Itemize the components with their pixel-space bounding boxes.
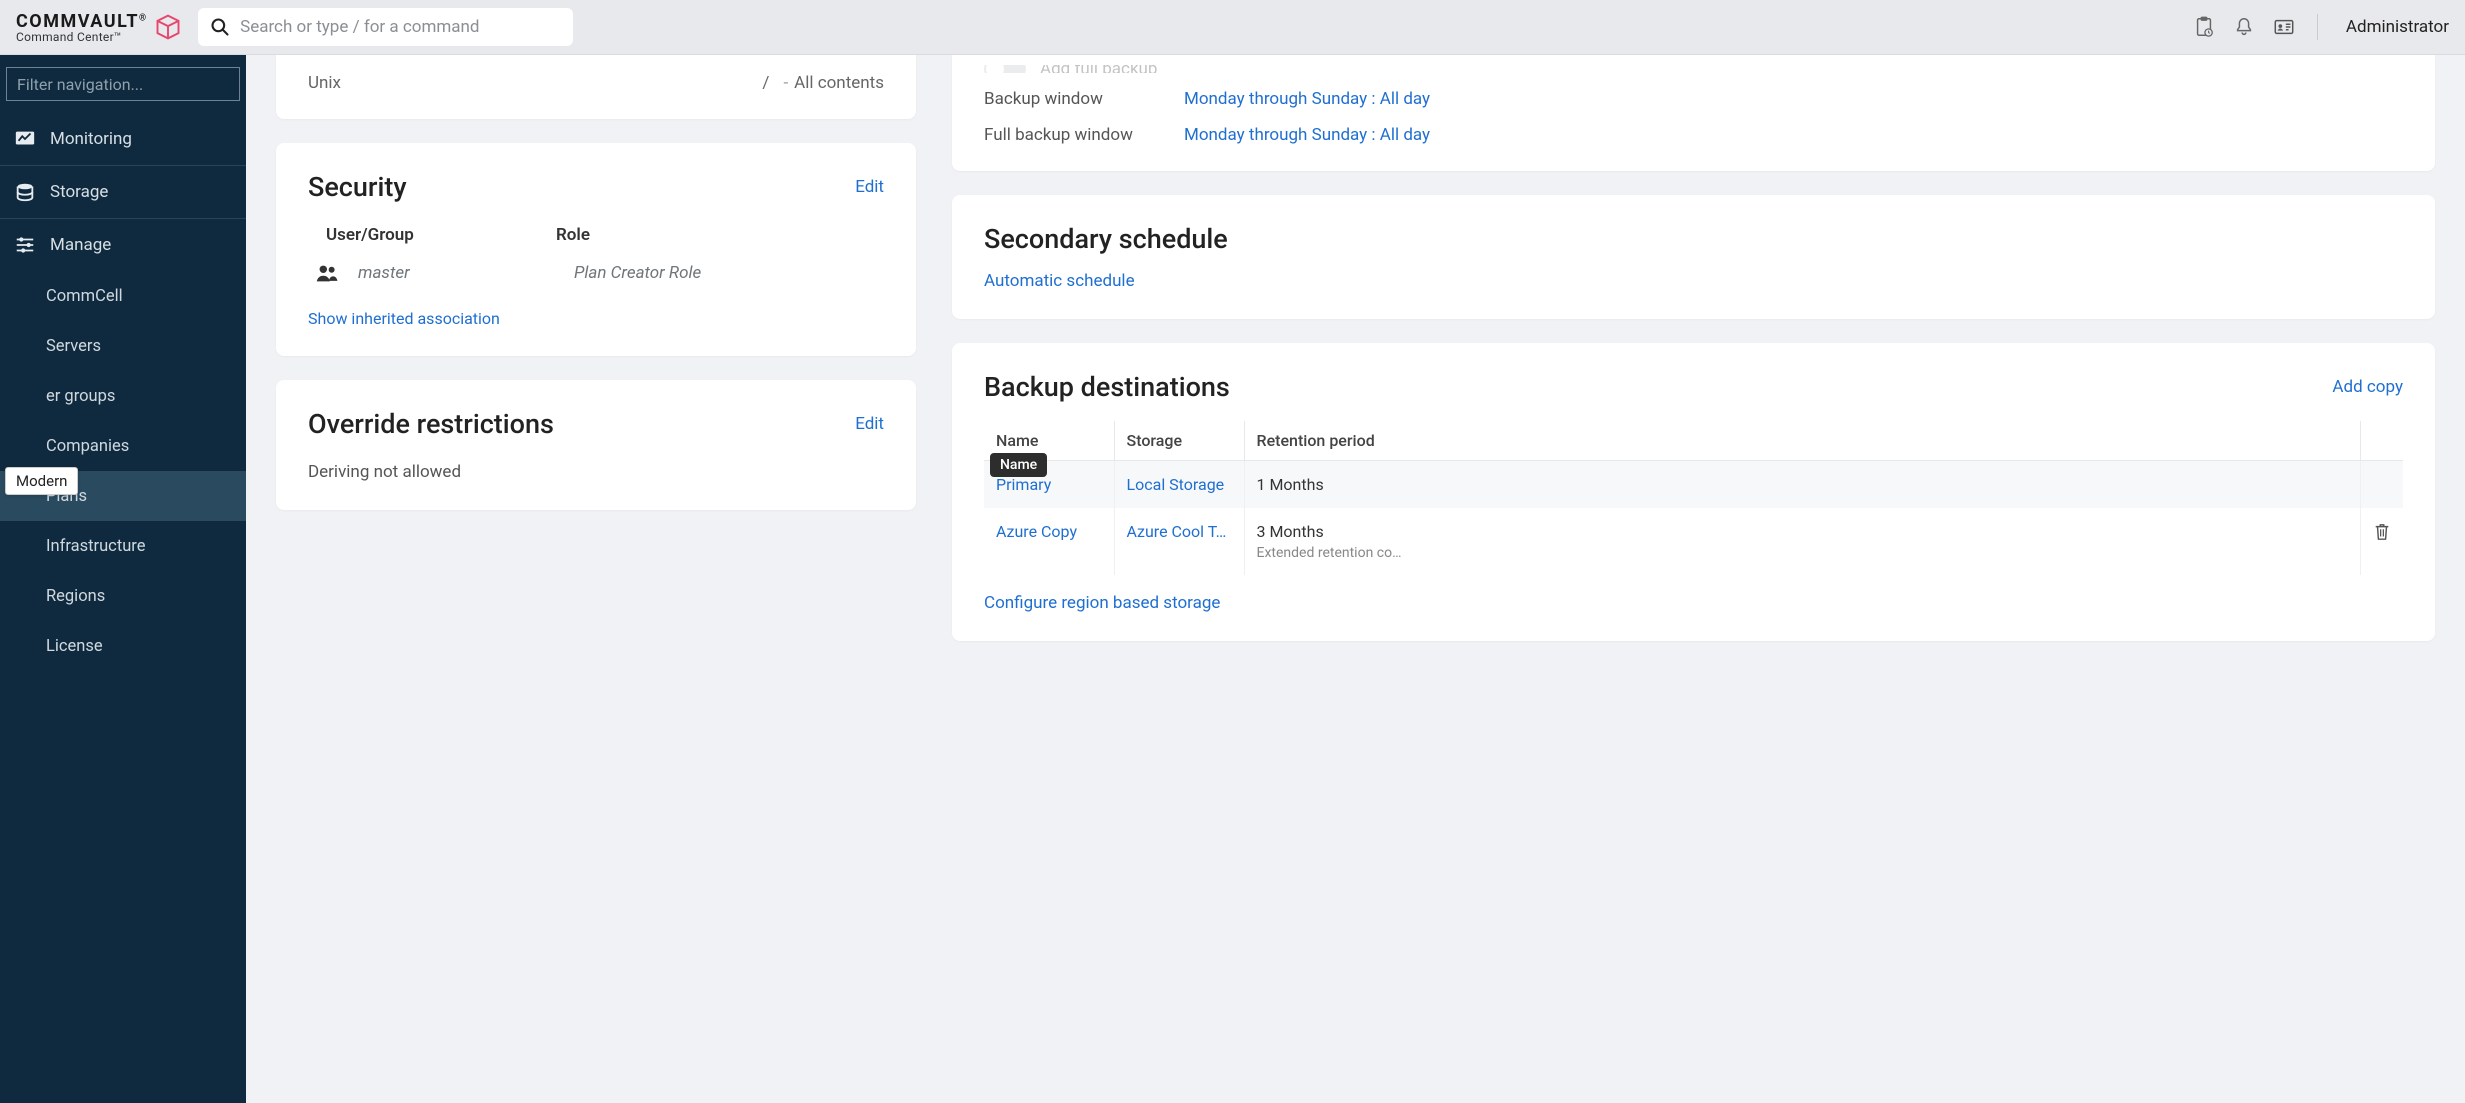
subnav-commcell[interactable]: CommCell: [0, 271, 246, 321]
modern-tooltip: Modern: [5, 467, 78, 495]
show-inherited-link[interactable]: Show inherited association: [308, 309, 884, 328]
backup-destinations-title: Backup destinations: [984, 371, 1230, 403]
security-row: master Plan Creator Role: [308, 263, 884, 283]
id-card-icon[interactable]: [2273, 16, 2295, 38]
app-header: COMMVAULT® Command Center™ Administrator: [0, 0, 2465, 55]
nav-storage[interactable]: Storage: [0, 166, 246, 218]
name-tooltip: Name: [990, 453, 1047, 477]
full-backup-window-label: Full backup window: [984, 125, 1184, 145]
clipboard-icon[interactable]: [2193, 16, 2215, 38]
backup-window-label: Backup window: [984, 89, 1184, 109]
header-icons: Administrator: [2193, 14, 2449, 40]
nav-manage[interactable]: Manage: [0, 219, 246, 271]
nav-filter-input[interactable]: [6, 67, 240, 101]
configure-region-link[interactable]: Configure region based storage: [984, 593, 1220, 613]
header-separator: [2317, 14, 2318, 40]
sidebar: Monitoring Storage Manage CommCell Serve…: [0, 55, 246, 1103]
subnav-infrastructure[interactable]: Infrastructure: [0, 521, 246, 571]
override-text: Deriving not allowed: [308, 462, 884, 482]
search-box[interactable]: [198, 8, 573, 46]
override-card: Override restrictions Edit Deriving not …: [276, 380, 916, 510]
add-copy-link[interactable]: Add copy: [2332, 377, 2403, 397]
add-full-backup-toggle[interactable]: [984, 65, 1026, 73]
rpo-card: Add full backup Backup window Monday thr…: [952, 55, 2435, 171]
destination-row: Azure Copy Azure Cool T… 3 Months Extend…: [984, 508, 2403, 575]
dest-name[interactable]: Primary: [996, 475, 1051, 494]
automatic-schedule-link[interactable]: Automatic schedule: [984, 271, 1135, 291]
add-full-backup-label: Add full backup: [1040, 65, 1157, 73]
content-card: Unix / - All contents: [276, 55, 916, 119]
security-edit-link[interactable]: Edit: [855, 177, 884, 197]
dest-name[interactable]: Azure Copy: [996, 522, 1077, 541]
nav-label: Storage: [50, 182, 108, 202]
subnav-regions[interactable]: Regions: [0, 571, 246, 621]
monitoring-icon: [14, 128, 36, 150]
col-storage[interactable]: Storage: [1114, 421, 1244, 461]
nav-label: Manage: [50, 235, 111, 255]
dest-storage[interactable]: Local Storage: [1127, 475, 1225, 494]
secondary-schedule-title: Secondary schedule: [984, 223, 2403, 255]
os-label: Unix: [308, 73, 341, 93]
subnav-companies[interactable]: Companies: [0, 421, 246, 471]
logo-sub-text: Command Center™: [16, 30, 146, 44]
override-title: Override restrictions: [308, 408, 554, 440]
security-title: Security: [308, 171, 407, 203]
manage-icon: [14, 234, 36, 256]
subnav-license[interactable]: License: [0, 621, 246, 671]
col-actions: [2361, 421, 2404, 461]
security-card: Security Edit User/Group Role master Pla…: [276, 143, 916, 356]
nav-monitoring[interactable]: Monitoring: [0, 113, 246, 165]
backup-window-value[interactable]: Monday through Sunday : All day: [1184, 89, 1430, 109]
search-icon: [210, 17, 230, 37]
dest-retention: 3 Months: [1257, 522, 2349, 541]
col-retention[interactable]: Retention period: [1244, 421, 2361, 461]
delete-destination-button[interactable]: [2361, 508, 2404, 575]
group-icon: [314, 263, 340, 283]
logo: COMMVAULT® Command Center™: [16, 11, 182, 44]
destination-row: Primary Local Storage 1 Months: [984, 461, 2403, 509]
search-input[interactable]: [240, 17, 561, 37]
secondary-schedule-card: Secondary schedule Automatic schedule: [952, 195, 2435, 319]
destinations-table: Name Name Storage Retention period: [984, 421, 2403, 575]
col-role: Role: [556, 225, 590, 245]
storage-icon: [14, 181, 36, 203]
dest-storage[interactable]: Azure Cool T…: [1127, 522, 1227, 541]
subnav-server-groups[interactable]: er groups: [0, 371, 246, 421]
nav-label: Monitoring: [50, 129, 132, 149]
logo-cube-icon: [154, 13, 182, 41]
dest-retention: 1 Months: [1257, 475, 1324, 494]
path-sep: /: [762, 73, 769, 93]
security-role: Plan Creator Role: [574, 263, 701, 283]
main-content: Unix / - All contents Security Edit: [246, 55, 2465, 1103]
col-user-group: User/Group: [326, 225, 556, 245]
all-contents: All contents: [794, 73, 884, 93]
trash-icon: [2373, 522, 2391, 542]
bell-icon[interactable]: [2233, 16, 2255, 38]
subnav-servers[interactable]: Servers: [0, 321, 246, 371]
col-name[interactable]: Name Name: [984, 421, 1114, 461]
header-user[interactable]: Administrator: [2340, 17, 2449, 37]
override-edit-link[interactable]: Edit: [855, 414, 884, 434]
dest-retention-sub: Extended retention co…: [1257, 545, 1422, 561]
security-user: master: [352, 263, 562, 283]
backup-destinations-card: Backup destinations Add copy Name Name: [952, 343, 2435, 641]
full-backup-window-value[interactable]: Monday through Sunday : All day: [1184, 125, 1430, 145]
logo-main-text: COMMVAULT: [16, 11, 139, 32]
